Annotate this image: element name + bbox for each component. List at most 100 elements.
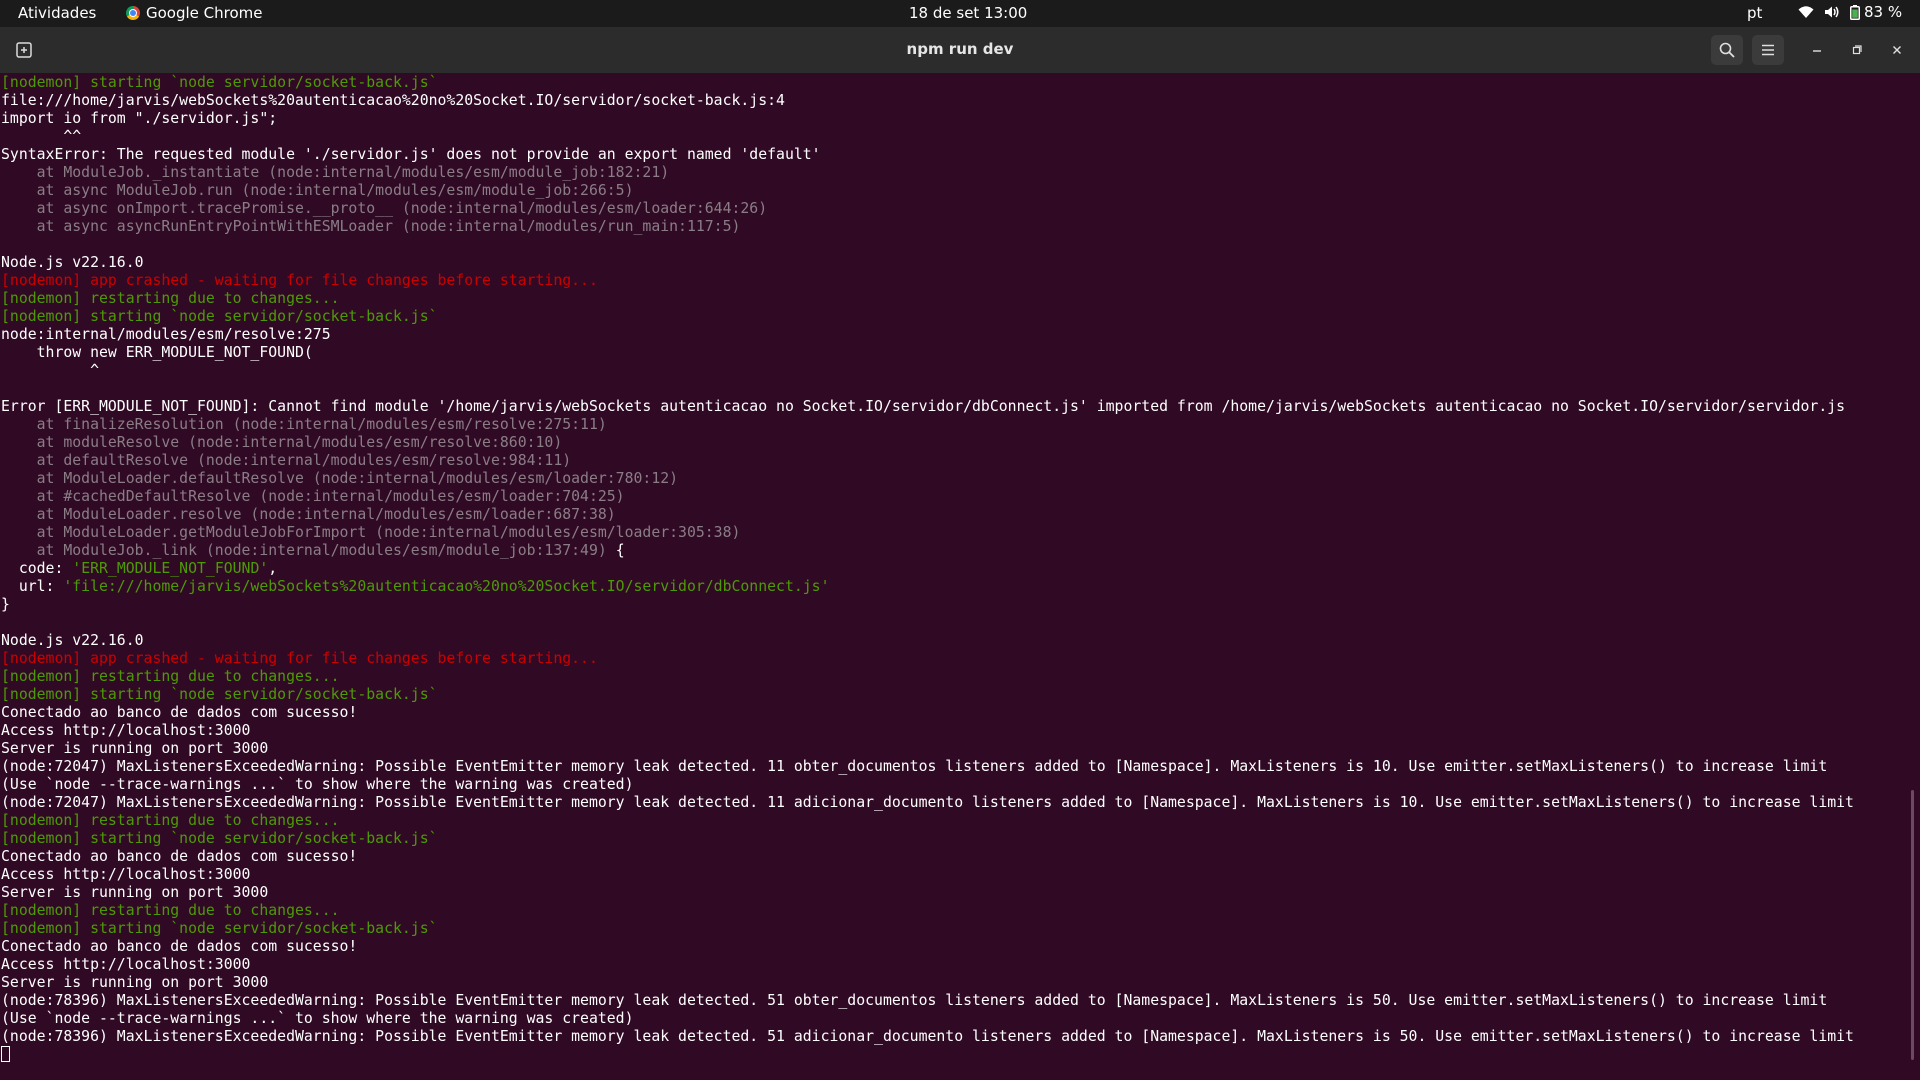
terminal-line-text: at ModuleLoader.defaultResolve (node:int… <box>1 470 679 487</box>
terminal-line: (Use `node --trace-warnings ...` to show… <box>1 1010 1906 1028</box>
terminal-line-text: at finalizeResolution (node:internal/mod… <box>1 416 607 433</box>
window-title: npm run dev <box>906 40 1014 58</box>
terminal-line: node:internal/modules/esm/resolve:275 <box>1 326 1906 344</box>
terminal-line-text: [nodemon] app crashed - waiting for file… <box>1 650 598 667</box>
terminal-line-text: } <box>1 596 10 613</box>
search-button[interactable] <box>1711 35 1743 65</box>
terminal-line-text: [nodemon] restarting due to changes... <box>1 290 340 307</box>
terminal-line-text: Server is running on port 3000 <box>1 884 269 901</box>
terminal-line-text: SyntaxError: The requested module './ser… <box>1 146 821 163</box>
terminal-line: at defaultResolve (node:internal/modules… <box>1 452 1906 470</box>
terminal-line: [nodemon] restarting due to changes... <box>1 668 1906 686</box>
terminal-line: Conectado ao banco de dados com sucesso! <box>1 704 1906 722</box>
terminal-line-text: Conectado ao banco de dados com sucesso! <box>1 848 358 865</box>
terminal-line: at ModuleJob._link (node:internal/module… <box>1 542 1906 560</box>
terminal-line-text: [nodemon] restarting due to changes... <box>1 812 340 829</box>
terminal-prompt-line[interactable] <box>1 1046 1906 1064</box>
terminal-line-text: at async onImport.tracePromise.__proto__… <box>1 200 768 217</box>
terminal-line: Access http://localhost:3000 <box>1 722 1906 740</box>
terminal-header[interactable]: npm run dev <box>0 27 1920 73</box>
minimize-icon <box>1813 50 1821 52</box>
close-icon <box>1893 46 1901 54</box>
chrome-icon <box>126 6 140 20</box>
volume-icon <box>1824 5 1840 19</box>
terminal-line-text: [nodemon] restarting due to changes... <box>1 902 340 919</box>
terminal-line: (node:72047) MaxListenersExceededWarning… <box>1 794 1906 812</box>
terminal-line-text: at async ModuleJob.run (node:internal/mo… <box>1 182 634 199</box>
terminal-line-text: [nodemon] app crashed - waiting for file… <box>1 272 598 289</box>
terminal-line: Server is running on port 3000 <box>1 974 1906 992</box>
terminal-line-text: (Use `node --trace-warnings ...` to show… <box>1 776 634 793</box>
menu-icon <box>1762 44 1774 56</box>
terminal-line: at ModuleLoader.getModuleJobForImport (n… <box>1 524 1906 542</box>
system-tray[interactable]: 83 % <box>1798 3 1902 21</box>
terminal-line-suffix: , <box>268 560 278 577</box>
terminal-line-suffix: { <box>606 542 625 559</box>
terminal-line: (node:72047) MaxListenersExceededWarning… <box>1 758 1906 776</box>
terminal-line-text: ^ <box>1 362 99 379</box>
terminal-line: Node.js v22.16.0 <box>1 632 1906 650</box>
battery-indicator: 83 % <box>1850 3 1902 21</box>
terminal-line: [nodemon] restarting due to changes... <box>1 812 1906 830</box>
terminal-line-text: Node.js v22.16.0 <box>1 632 144 649</box>
terminal-line-text: at moduleResolve (node:internal/modules/… <box>1 434 563 451</box>
terminal-line: at async ModuleJob.run (node:internal/mo… <box>1 182 1906 200</box>
battery-percent: 83 % <box>1864 3 1903 21</box>
terminal-line-text: Server is running on port 3000 <box>1 740 269 757</box>
terminal-line-text: node:internal/modules/esm/resolve:275 <box>1 326 331 343</box>
clock[interactable]: 18 de set 13:00 <box>909 4 1027 22</box>
terminal-line-text: (node:78396) MaxListenersExceededWarning… <box>1 1028 1854 1045</box>
terminal-line-text: file:///home/jarvis/webSockets%20autenti… <box>1 92 785 109</box>
terminal-output[interactable]: [nodemon] starting `node servidor/socket… <box>1 74 1906 1074</box>
terminal-line-text: ^^ <box>1 128 82 145</box>
terminal-line-text: [nodemon] starting `node servidor/socket… <box>1 686 438 703</box>
terminal-line-text: import io from "./servidor.js"; <box>1 110 278 127</box>
terminal-line: (Use `node --trace-warnings ...` to show… <box>1 776 1906 794</box>
close-button[interactable] <box>1887 40 1907 60</box>
terminal-line: ^^ <box>1 128 1906 146</box>
terminal-line-text: Conectado ao banco de dados com sucesso! <box>1 704 358 721</box>
terminal-line-text: [nodemon] starting `node servidor/socket… <box>1 308 438 325</box>
terminal-line: [nodemon] starting `node servidor/socket… <box>1 686 1906 704</box>
terminal-line-text: Node.js v22.16.0 <box>1 254 144 271</box>
terminal-line-text: (node:72047) MaxListenersExceededWarning… <box>1 758 1828 775</box>
terminal-line: [nodemon] restarting due to changes... <box>1 290 1906 308</box>
terminal-line: Server is running on port 3000 <box>1 884 1906 902</box>
terminal-line: [nodemon] app crashed - waiting for file… <box>1 272 1906 290</box>
battery-icon <box>1850 4 1860 20</box>
terminal-line-text: Server is running on port 3000 <box>1 974 269 991</box>
menu-button[interactable] <box>1752 35 1784 65</box>
terminal-line: Access http://localhost:3000 <box>1 866 1906 884</box>
terminal-line: (node:78396) MaxListenersExceededWarning… <box>1 1028 1906 1046</box>
terminal-line-text: Error [ERR_MODULE_NOT_FOUND]: Cannot fin… <box>1 398 1846 415</box>
app-menu[interactable]: Google Chrome <box>126 4 263 22</box>
terminal-line-text: Access http://localhost:3000 <box>1 956 251 973</box>
terminal-line: at ModuleJob._instantiate (node:internal… <box>1 164 1906 182</box>
terminal-line: Error [ERR_MODULE_NOT_FOUND]: Cannot fin… <box>1 398 1906 416</box>
terminal-line: import io from "./servidor.js"; <box>1 110 1906 128</box>
terminal-line-text: Access http://localhost:3000 <box>1 722 251 739</box>
terminal-line: [nodemon] restarting due to changes... <box>1 902 1906 920</box>
input-language[interactable]: pt <box>1747 4 1762 22</box>
terminal-line-text: url: <box>1 578 64 595</box>
terminal-line: url: 'file:///home/jarvis/webSockets%20a… <box>1 578 1906 596</box>
terminal-scrollbar[interactable] <box>1911 790 1914 1060</box>
terminal-line: at finalizeResolution (node:internal/mod… <box>1 416 1906 434</box>
activities-button[interactable]: Atividades <box>18 4 96 22</box>
terminal-line-text: [nodemon] restarting due to changes... <box>1 668 340 685</box>
terminal-line-text: [nodemon] starting `node servidor/socket… <box>1 920 438 937</box>
maximize-button[interactable] <box>1847 40 1867 60</box>
minimize-button[interactable] <box>1807 40 1827 60</box>
terminal-line: at moduleResolve (node:internal/modules/… <box>1 434 1906 452</box>
terminal-cursor <box>1 1046 10 1062</box>
search-icon <box>1719 42 1735 58</box>
terminal-line: Node.js v22.16.0 <box>1 254 1906 272</box>
terminal-line: file:///home/jarvis/webSockets%20autenti… <box>1 92 1906 110</box>
terminal-line-text: at ModuleJob._link (node:internal/module… <box>1 542 607 559</box>
terminal-line: (node:78396) MaxListenersExceededWarning… <box>1 992 1906 1010</box>
top-bar: Atividades Google Chrome 18 de set 13:00… <box>0 0 1920 27</box>
terminal-line: [nodemon] starting `node servidor/socket… <box>1 830 1906 848</box>
terminal-line-text: (Use `node --trace-warnings ...` to show… <box>1 1010 634 1027</box>
terminal-line: at ModuleLoader.defaultResolve (node:int… <box>1 470 1906 488</box>
